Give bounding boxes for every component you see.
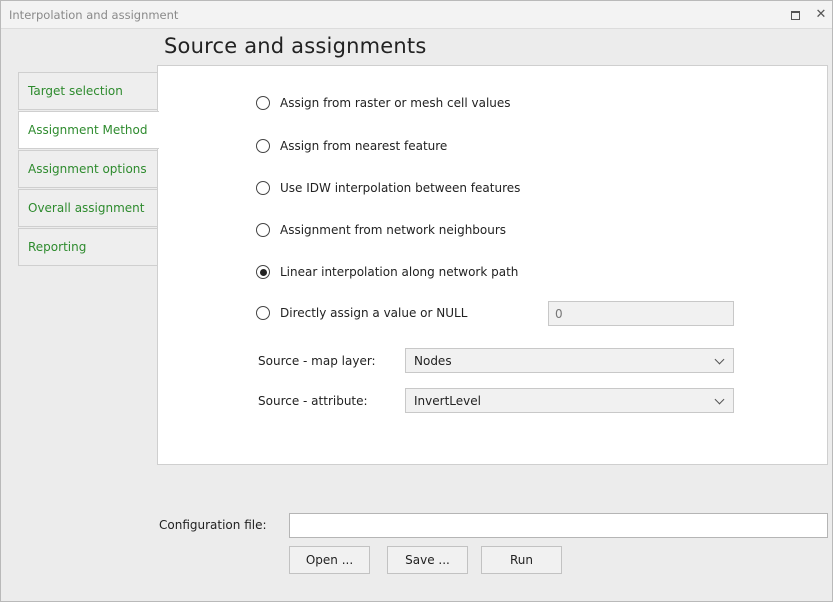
radio-button[interactable] <box>256 223 270 237</box>
select-value: Nodes <box>414 354 452 368</box>
radio-label: Assign from raster or mesh cell values <box>280 96 511 110</box>
tab-list: Target selection Assignment Method Assig… <box>18 72 159 267</box>
direct-value-input[interactable] <box>548 301 734 326</box>
configuration-file-input[interactable] <box>289 513 828 538</box>
select-value: InvertLevel <box>414 394 481 408</box>
tab-reporting[interactable]: Reporting <box>18 228 158 266</box>
tab-label: Reporting <box>28 240 87 254</box>
close-icon[interactable]: ✕ <box>814 8 828 22</box>
tab-label: Assignment Method <box>28 123 148 137</box>
radio-direct-assign[interactable]: Directly assign a value or NULL <box>256 304 467 322</box>
tab-label: Target selection <box>28 84 123 98</box>
page-title: Source and assignments <box>164 34 427 58</box>
source-attribute-label: Source - attribute: <box>258 394 368 408</box>
radio-button[interactable] <box>256 96 270 110</box>
tab-label: Assignment options <box>28 162 147 176</box>
source-map-layer-select[interactable]: Nodes <box>405 348 734 373</box>
radio-button[interactable] <box>256 181 270 195</box>
chevron-down-icon <box>714 354 725 365</box>
dialog-window: Interpolation and assignment ✕ Source an… <box>0 0 833 602</box>
radio-label: Assign from nearest feature <box>280 139 448 153</box>
radio-idw-interpolation[interactable]: Use IDW interpolation between features <box>256 179 520 197</box>
radio-nearest-feature[interactable]: Assign from nearest feature <box>256 137 447 155</box>
source-attribute-select[interactable]: InvertLevel <box>405 388 734 413</box>
radio-label: Assignment from network neighbours <box>280 223 507 237</box>
radio-button-selected[interactable] <box>256 265 270 279</box>
window-title: Interpolation and assignment <box>9 8 179 22</box>
tab-target-selection[interactable]: Target selection <box>18 72 158 110</box>
radio-label: Linear interpolation along network path <box>280 265 519 279</box>
tab-assignment-method[interactable]: Assignment Method <box>18 111 159 149</box>
radio-label: Directly assign a value or NULL <box>280 306 468 320</box>
radio-network-neighbours[interactable]: Assignment from network neighbours <box>256 221 506 239</box>
tab-label: Overall assignment <box>28 201 145 215</box>
radio-button[interactable] <box>256 139 270 153</box>
radio-label: Use IDW interpolation between features <box>280 181 521 195</box>
title-bar[interactable]: Interpolation and assignment ✕ <box>1 1 832 29</box>
configuration-file-label: Configuration file: <box>159 518 267 532</box>
tab-assignment-options[interactable]: Assignment options <box>18 150 158 188</box>
radio-linear-interpolation[interactable]: Linear interpolation along network path <box>256 263 518 281</box>
restore-icon[interactable] <box>789 8 803 22</box>
run-button[interactable]: Run <box>481 546 562 574</box>
source-map-layer-label: Source - map layer: <box>258 354 376 368</box>
tab-overall-assignment[interactable]: Overall assignment <box>18 189 158 227</box>
radio-raster-mesh[interactable]: Assign from raster or mesh cell values <box>256 94 511 112</box>
open-button[interactable]: Open ... <box>289 546 370 574</box>
chevron-down-icon <box>714 394 725 405</box>
save-button[interactable]: Save ... <box>387 546 468 574</box>
radio-button[interactable] <box>256 306 270 320</box>
